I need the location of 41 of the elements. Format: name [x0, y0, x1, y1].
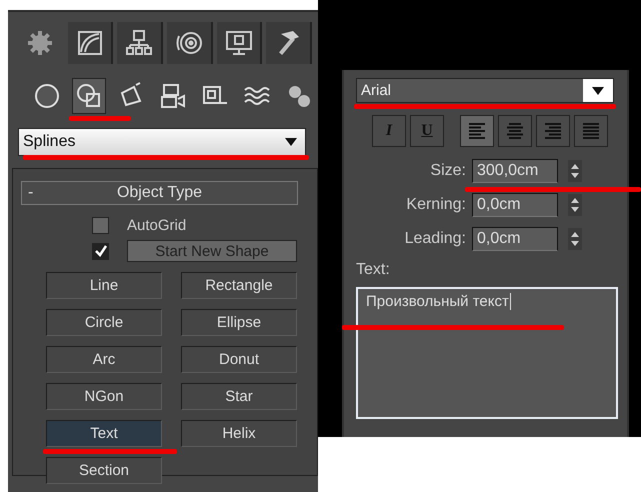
object-type-button[interactable]: Donut [181, 346, 297, 373]
parameter-field[interactable]: 0,0cm [472, 193, 558, 217]
align-center-icon [504, 120, 526, 142]
object-type-button[interactable]: Circle [46, 309, 162, 336]
hierarchy-icon [124, 28, 154, 58]
spinner-icon[interactable] [568, 228, 582, 250]
text-input-field[interactable]: Произвольный текст [356, 287, 618, 419]
object-type-button[interactable]: Star [181, 383, 297, 410]
parameter-label: Leading: [404, 230, 466, 248]
monitor-icon [224, 28, 254, 58]
sphere-icon [32, 81, 62, 111]
checkbox[interactable] [92, 242, 109, 260]
object-type-button[interactable]: Section [46, 457, 162, 484]
checkbox[interactable] [92, 217, 109, 234]
parameter-label: Kerning: [405, 196, 466, 214]
parameter-field[interactable]: 0,0cm [472, 227, 558, 251]
align-left-button[interactable] [460, 115, 494, 147]
camera-icon [158, 81, 188, 111]
rollout-header[interactable]: - Object Type [21, 181, 298, 205]
check-icon [94, 245, 106, 257]
spinner-icon[interactable] [568, 160, 582, 182]
text-label: Text: [356, 261, 390, 279]
dropdown-arrow-icon [592, 86, 604, 94]
object-type-button[interactable]: Arc [46, 346, 162, 373]
align-left-icon [466, 120, 488, 142]
object-type-button[interactable]: Line [46, 272, 162, 299]
object-type-button[interactable]: Rectangle [181, 272, 297, 299]
dropdown-arrow-icon [285, 138, 297, 146]
panel-tab[interactable] [266, 22, 312, 64]
object-type-button[interactable]: Helix [181, 420, 297, 447]
spinner-icon[interactable] [568, 194, 582, 216]
align-right-icon [542, 120, 564, 142]
justify-icon [580, 120, 602, 142]
object-type-button[interactable]: NGon [46, 383, 162, 410]
panel-tab[interactable] [117, 22, 164, 64]
checkbox-label: AutoGrid [127, 217, 186, 234]
panel-tab[interactable] [68, 22, 114, 64]
panel-tab[interactable] [167, 22, 213, 64]
parameter-label: Size: [429, 162, 466, 180]
panel-tab[interactable] [216, 22, 262, 64]
object-type-button[interactable]: Ellipse [181, 309, 297, 336]
